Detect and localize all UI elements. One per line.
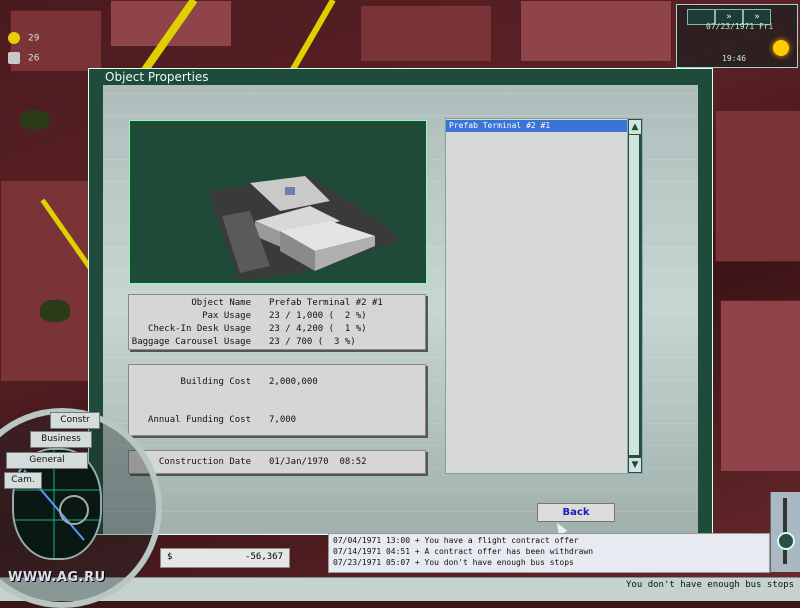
happiness-stat: 29 [8,32,39,44]
tab-construction[interactable]: Constr [50,412,100,429]
back-button[interactable]: Back [537,503,615,522]
cost-panel: Building Cost 2,000,000 Annual Funding C… [128,364,426,436]
list-scrollbar[interactable]: ▲ ▼ [627,118,643,474]
tree [40,300,70,322]
construction-date-value: 01/Jan/1970 08:52 [269,457,367,467]
watermark: WWW.AG.RU [8,570,106,585]
status-text: You don't have enough bus stops [626,580,794,590]
scroll-up-button[interactable]: ▲ [628,119,642,135]
game-time: 19:46 [722,54,747,63]
baggage-usage-label: Baggage Carousel Usage [131,337,251,347]
building [360,5,492,62]
tab-camera[interactable]: Cam. [4,472,42,489]
smiley-icon [8,32,20,44]
happiness-count: 29 [28,33,40,44]
key-stat: 26 [8,52,39,64]
object-name-label: Object Name [191,298,251,308]
message-entry: 07/23/1971 05:07 + You don't have enough… [333,558,574,567]
construction-date-panel: Construction Date 01/Jan/1970 08:52 [128,450,426,474]
checkin-usage-value: 23 / 4,200 ( 1 %) [269,324,367,334]
baggage-usage-value: 23 / 700 ( 3 %) [269,337,356,347]
sun-icon [773,40,789,56]
checkin-usage-label: Check-In Desk Usage [148,324,251,334]
message-entry: 07/14/1971 04:51 + A contract offer has … [333,547,594,556]
building-cost-value: 2,000,000 [269,377,318,387]
building-cost-label: Building Cost [180,377,251,387]
money-display: $ -56,367 [160,548,290,568]
message-log[interactable]: 07/04/1971 13:00 + You have a flight con… [328,533,770,573]
message-entry: 07/04/1971 13:00 + You have a flight con… [333,536,579,545]
game-date: 07/23/1971 Fri [706,22,774,31]
tab-general[interactable]: General [6,452,88,469]
building [520,0,672,62]
annual-funding-label: Annual Funding Cost [148,415,251,425]
terminal-3d-model [210,176,400,281]
money-value: -56,367 [245,552,283,562]
pax-usage-label: Pax Usage [202,311,251,321]
dialog-title: Object Properties [89,69,712,85]
money-symbol: $ [167,552,173,562]
building [0,180,90,382]
zoom-slider-panel[interactable] [770,492,800,572]
scroll-down-button[interactable]: ▼ [628,457,642,473]
zoom-slider-track[interactable] [783,498,787,564]
list-item-selected[interactable]: Prefab Terminal #2 #1 [446,120,628,132]
usage-info-panel: Object Name Prefab Terminal #2 #1 Pax Us… [128,294,426,350]
tab-business[interactable]: Business [30,431,92,448]
pax-usage-value: 23 / 1,000 ( 2 %) [269,311,367,321]
dialog-right-edge [698,85,712,534]
key-icon [8,52,20,64]
key-count: 26 [28,53,40,64]
building-preview [129,120,427,284]
scroll-thumb[interactable] [629,135,639,455]
zoom-slider-knob[interactable] [777,532,795,550]
object-list[interactable]: Prefab Terminal #2 #1 [445,118,629,474]
annual-funding-value: 7,000 [269,415,297,425]
building [720,300,800,472]
tree [20,110,50,130]
building [715,110,800,262]
object-name-value: Prefab Terminal #2 #1 [269,298,383,308]
